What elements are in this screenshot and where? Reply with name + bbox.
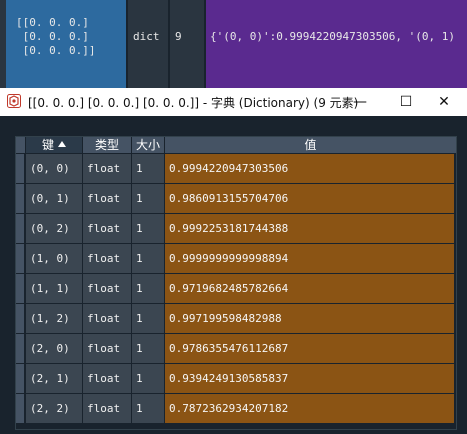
dialog-title: [[0. 0. 0.] [0. 0. 0.] [0. 0. 0.]] - 字典 …: [28, 96, 359, 110]
header-size-label: 大小: [135, 138, 160, 152]
key-cell[interactable]: (0, 1): [26, 184, 82, 213]
variable-size: 9: [175, 30, 182, 43]
value-cell[interactable]: 0.997199598482988: [165, 304, 454, 333]
size-cell[interactable]: 1: [132, 394, 164, 423]
variable-size-cell[interactable]: 9: [170, 0, 204, 88]
dictionary-editor-dialog: [[0. 0. 0.] [0. 0. 0.] [0. 0. 0.]] - 字典 …: [0, 88, 467, 434]
size-cell[interactable]: 1: [132, 274, 164, 303]
size-cell[interactable]: 1: [132, 364, 164, 393]
key-cell[interactable]: (2, 2): [26, 394, 82, 423]
sort-ascending-icon: [58, 141, 66, 147]
value-cell[interactable]: 0.9860913155704706: [165, 184, 454, 213]
row-header[interactable]: [16, 334, 24, 363]
size-cell[interactable]: 1: [132, 334, 164, 363]
header-size[interactable]: 大小: [132, 137, 164, 153]
variable-name-line: [0. 0. 0.]]: [16, 44, 96, 57]
key-cell[interactable]: (0, 0): [26, 154, 82, 183]
row-header[interactable]: [16, 364, 24, 393]
type-cell[interactable]: float: [83, 364, 131, 393]
variable-value-cell[interactable]: {'(0, 0)':0.9994220947303506, '(0, 1): [206, 0, 467, 88]
value-cell[interactable]: 0.9999999999998894: [165, 244, 454, 273]
type-cell[interactable]: float: [83, 244, 131, 273]
close-icon: ✕: [438, 94, 450, 110]
row-header[interactable]: [16, 304, 24, 333]
variable-type-cell[interactable]: dict: [128, 0, 168, 88]
size-cell[interactable]: 1: [132, 154, 164, 183]
value-cell[interactable]: 0.9394249130585837: [165, 364, 454, 393]
value-cell[interactable]: 0.9786355476112687: [165, 334, 454, 363]
type-cell[interactable]: float: [83, 334, 131, 363]
value-cell[interactable]: 0.9992253181744388: [165, 214, 454, 243]
size-cell[interactable]: 1: [132, 214, 164, 243]
size-cell[interactable]: 1: [132, 304, 164, 333]
value-cell[interactable]: 0.9994220947303506: [165, 154, 454, 183]
header-type-label: 类型: [94, 138, 119, 152]
row-header[interactable]: [16, 274, 24, 303]
value-cell[interactable]: 0.9719682485782664: [165, 274, 454, 303]
variable-explorer-row[interactable]: [[0. 0. 0.] [0. 0. 0.] [0. 0. 0.]] dict …: [0, 0, 467, 88]
variable-type: dict: [133, 30, 160, 43]
row-header[interactable]: [16, 184, 24, 213]
minimize-icon: —: [353, 94, 367, 110]
row-header[interactable]: [16, 394, 24, 423]
variable-value-preview: {'(0, 0)':0.9994220947303506, '(0, 1): [210, 30, 456, 43]
header-value[interactable]: 值: [165, 137, 456, 153]
row-header[interactable]: [16, 154, 24, 183]
value-cell[interactable]: 0.7872362934207182: [165, 394, 454, 423]
variable-name-line: [[0. 0. 0.]: [16, 16, 89, 29]
minimize-button[interactable]: —: [337, 88, 383, 116]
key-cell[interactable]: (1, 1): [26, 274, 82, 303]
header-value-label: 值: [304, 138, 317, 152]
type-cell[interactable]: float: [83, 154, 131, 183]
spyder-app-icon: [7, 94, 21, 108]
key-cell[interactable]: (0, 2): [26, 214, 82, 243]
type-cell[interactable]: float: [83, 394, 131, 423]
type-cell[interactable]: float: [83, 184, 131, 213]
title-bar[interactable]: [[0. 0. 0.] [0. 0. 0.] [0. 0. 0.]] - 字典 …: [0, 88, 467, 116]
key-cell[interactable]: (2, 1): [26, 364, 82, 393]
variable-name-cell[interactable]: [[0. 0. 0.] [0. 0. 0.] [0. 0. 0.]]: [6, 0, 126, 88]
type-cell[interactable]: float: [83, 304, 131, 333]
key-cell[interactable]: (2, 0): [26, 334, 82, 363]
size-cell[interactable]: 1: [132, 184, 164, 213]
row-header[interactable]: [16, 244, 24, 273]
size-cell[interactable]: 1: [132, 244, 164, 273]
dictionary-table[interactable]: 键 类型 大小 值 (0, 0) float 1 0.9994220947303506…: [15, 136, 457, 430]
close-button[interactable]: ✕: [421, 88, 467, 116]
maximize-icon: ☐: [399, 94, 413, 110]
type-cell[interactable]: float: [83, 214, 131, 243]
key-cell[interactable]: (1, 2): [26, 304, 82, 333]
row-header[interactable]: [16, 214, 24, 243]
variable-name-line: [0. 0. 0.]: [16, 30, 89, 43]
header-key-label: 键: [41, 138, 54, 152]
type-cell[interactable]: float: [83, 274, 131, 303]
key-cell[interactable]: (1, 0): [26, 244, 82, 273]
header-type[interactable]: 类型: [83, 137, 131, 153]
corner-header: [16, 137, 25, 153]
header-key[interactable]: 键: [26, 137, 82, 153]
